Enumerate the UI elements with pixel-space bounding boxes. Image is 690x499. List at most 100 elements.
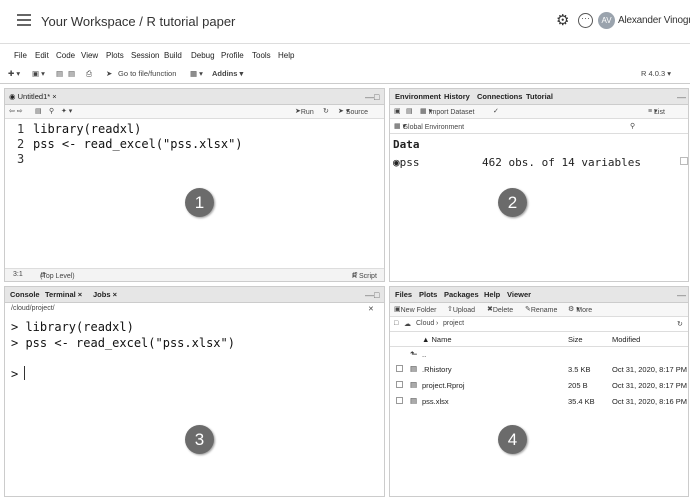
file-checkbox[interactable]	[396, 365, 403, 372]
goto-file-input[interactable]: Go to file/function	[118, 69, 176, 78]
file-checkbox[interactable]	[396, 381, 403, 388]
code-line-1[interactable]: library(readxl)	[33, 122, 141, 136]
tab-untitled1[interactable]: ◉ Untitled1* ×	[9, 92, 57, 101]
import-dataset-button[interactable]: ▦ Import Dataset ▾	[420, 107, 474, 116]
search-icon[interactable]: ⚲	[630, 122, 635, 130]
file-name-link[interactable]: project.Rproj	[422, 381, 465, 390]
clear-console-icon[interactable]: ✕	[368, 305, 374, 313]
up-arrow-icon[interactable]: ⬑	[410, 349, 418, 360]
tab-terminal[interactable]: Terminal ×	[45, 290, 82, 299]
file-name-link[interactable]: .Rhistory	[422, 365, 452, 374]
save-icon[interactable]: ▤	[35, 107, 42, 115]
env-row-name[interactable]: ◉pss	[393, 156, 420, 169]
run-button[interactable]: ➤ Run	[295, 107, 314, 116]
rerun-icon[interactable]: ↻	[323, 107, 329, 115]
select-all-checkbox[interactable]: □	[394, 320, 398, 327]
files-breadcrumb: □ ☁ Cloud › project ↻	[390, 318, 688, 332]
environment-pane: Environment History Connections Tutorial…	[389, 88, 689, 282]
breadcrumb-cloud[interactable]: Cloud	[416, 320, 434, 327]
workspace-title[interactable]: Your Workspace / R tutorial paper	[41, 14, 235, 29]
tab-history[interactable]: History	[444, 92, 470, 101]
parent-dir-link[interactable]: ..	[422, 350, 426, 359]
tab-environment[interactable]: Environment	[395, 92, 441, 101]
tab-files[interactable]: Files	[395, 290, 412, 299]
rename-button[interactable]: ✎ Rename	[525, 305, 557, 314]
console-prompt[interactable]: >	[11, 367, 18, 381]
tab-console[interactable]: Console	[10, 290, 40, 299]
open-project-icon[interactable]: ▣ ▾	[32, 69, 45, 78]
column-name-header[interactable]: ▲ Name	[422, 335, 452, 344]
file-modified: Oct 31, 2020, 8:17 PM	[612, 365, 688, 374]
pane-number-badge: 4	[498, 425, 527, 454]
column-modified-header[interactable]: Modified	[612, 335, 640, 344]
view-table-icon[interactable]	[680, 157, 688, 165]
tab-terminal-label: Terminal	[45, 290, 76, 299]
more-button[interactable]: ⚙ More ▾	[568, 305, 592, 314]
grid-icon[interactable]: ▦ ▾	[190, 69, 203, 78]
hamburger-menu-icon[interactable]	[17, 14, 31, 26]
more-options-icon[interactable]: ···	[578, 13, 593, 28]
new-folder-button[interactable]: ▣ New Folder	[394, 305, 436, 314]
top-header: Your Workspace / R tutorial paper ⚙ ··· …	[0, 0, 690, 44]
avatar[interactable]: AV	[598, 12, 615, 29]
menu-view[interactable]: View	[81, 51, 98, 60]
text-cursor	[24, 366, 25, 380]
menu-edit[interactable]: Edit	[35, 51, 49, 60]
delete-button[interactable]: ✖ Delete	[487, 305, 513, 314]
save-all-icon[interactable]: ▤	[68, 69, 75, 78]
line-gutter: 1 2 3	[17, 122, 24, 167]
breadcrumb-project[interactable]: project	[443, 320, 464, 327]
tab-jobs[interactable]: Jobs ×	[93, 290, 117, 299]
gear-icon[interactable]: ⚙	[556, 13, 570, 28]
console-pane: Console Terminal × Jobs × —□ /cloud/proj…	[4, 286, 385, 497]
rproj-file-icon: ▤	[410, 380, 418, 389]
addins-button[interactable]: Addins ▾	[212, 69, 243, 78]
window-controls-icon[interactable]: —□	[365, 290, 379, 300]
column-size-header[interactable]: Size	[568, 335, 583, 344]
search-icon[interactable]: ⚲	[49, 107, 54, 115]
list-view-button[interactable]: ≡ List ▾	[648, 107, 665, 116]
tab-plots[interactable]: Plots	[419, 290, 437, 299]
refresh-icon[interactable]: ↻	[677, 320, 683, 328]
tab-help[interactable]: Help	[484, 290, 500, 299]
environment-scope-bar: ▦ Global Environment ▾ ⚲	[390, 120, 688, 134]
tab-viewer[interactable]: Viewer	[507, 290, 531, 299]
tab-packages[interactable]: Packages	[444, 290, 479, 299]
wand-icon[interactable]: ✦ ▾	[61, 107, 72, 115]
menu-tools[interactable]: Tools	[252, 51, 271, 60]
menu-debug[interactable]: Debug	[191, 51, 215, 60]
user-name[interactable]: Alexander Vinogradov	[618, 15, 690, 26]
line-number: 3	[17, 152, 25, 166]
file-name-link[interactable]: pss.xlsx	[422, 397, 449, 406]
menu-profile[interactable]: Profile	[221, 51, 244, 60]
menu-file[interactable]: File	[14, 51, 27, 60]
window-controls-icon[interactable]: —	[677, 290, 686, 300]
file-checkbox[interactable]	[396, 397, 403, 404]
window-controls-icon[interactable]: —	[677, 92, 686, 102]
new-file-icon[interactable]: ✚ ▾	[8, 69, 20, 78]
r-version[interactable]: R 4.0.3 ▾	[641, 69, 671, 78]
tab-connections[interactable]: Connections	[477, 92, 522, 101]
menu-session[interactable]: Session	[131, 51, 159, 60]
scope-selector[interactable]: (Top Level) ⇵	[40, 271, 75, 280]
menu-plots[interactable]: Plots	[106, 51, 124, 60]
file-size: 3.5 KB	[568, 365, 591, 374]
open-icon[interactable]: ▣	[394, 107, 401, 115]
files-tabs: Files Plots Packages Help Viewer —	[390, 287, 688, 303]
code-line-2[interactable]: pss <- read_excel("pss.xlsx")	[33, 137, 243, 151]
source-button[interactable]: ➤ Source ▾	[338, 107, 368, 116]
upload-button[interactable]: ⇧ Upload	[447, 305, 475, 314]
tab-tutorial[interactable]: Tutorial	[526, 92, 553, 101]
back-icon[interactable]: ⇦ ⇨	[9, 107, 23, 115]
menu-code[interactable]: Code	[56, 51, 75, 60]
save-icon[interactable]: ▤	[56, 69, 63, 78]
global-env-selector[interactable]: ▦ Global Environment ▾	[394, 122, 464, 131]
file-type-selector[interactable]: R Script ⇵	[352, 271, 377, 280]
print-icon[interactable]: ⎙	[86, 69, 92, 79]
menu-help[interactable]: Help	[278, 51, 294, 60]
menu-build[interactable]: Build	[164, 51, 182, 60]
broom-icon[interactable]: ✓	[493, 107, 499, 115]
window-controls-icon[interactable]: —□	[365, 92, 379, 102]
file-icon: ▤	[410, 396, 418, 405]
save-icon[interactable]: ▤	[406, 107, 413, 115]
